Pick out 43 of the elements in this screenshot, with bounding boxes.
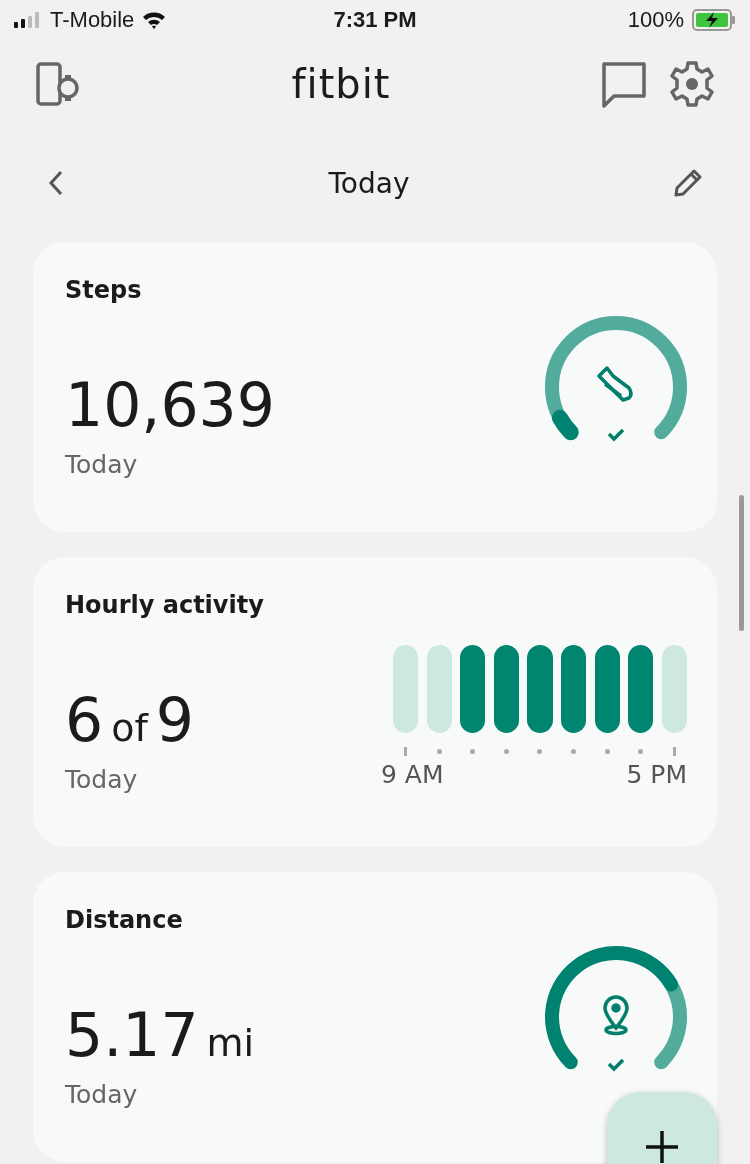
check-icon bbox=[607, 428, 625, 442]
date-title: Today bbox=[328, 166, 410, 200]
axis-tick bbox=[404, 747, 408, 756]
battery-charging-icon bbox=[692, 9, 736, 31]
axis-label: 9 AM bbox=[381, 760, 444, 789]
axis-tick bbox=[537, 749, 543, 754]
metric-value: 6 bbox=[65, 685, 104, 755]
metric-value: 10,639 bbox=[65, 370, 275, 440]
card-background[interactable]: Steps 10,639 Today bbox=[33, 242, 717, 532]
card-caption: Today bbox=[65, 765, 139, 794]
axis-tick bbox=[470, 749, 476, 754]
app-logo: fitbit bbox=[291, 61, 391, 107]
card-background[interactable]: Hourly activity 6 of 9 Today 9 AM 5 PM bbox=[33, 557, 717, 847]
card-title: Distance bbox=[65, 906, 184, 934]
shoe-icon bbox=[597, 366, 633, 402]
axis-tick bbox=[571, 749, 577, 754]
card-title: Steps bbox=[65, 276, 143, 304]
metric-total: 9 bbox=[155, 685, 194, 755]
battery-percent: 100% bbox=[627, 7, 684, 33]
axis-tick bbox=[503, 749, 509, 754]
plus-icon bbox=[645, 1130, 679, 1164]
metric-value: 5.17 bbox=[65, 1000, 199, 1070]
card-title: Hourly activity bbox=[65, 591, 264, 619]
metric-joiner: of bbox=[111, 706, 148, 750]
card-caption: Today bbox=[65, 450, 139, 479]
location-pin-icon bbox=[603, 995, 629, 1036]
axis-tick bbox=[672, 747, 676, 756]
axis-tick bbox=[638, 749, 644, 754]
card-caption: Today bbox=[65, 1080, 139, 1109]
metric-unit: mi bbox=[206, 1021, 255, 1065]
axis-label: 5 PM bbox=[626, 760, 687, 789]
chat-icon[interactable] bbox=[600, 60, 648, 108]
wifi-icon bbox=[142, 11, 167, 29]
axis-tick bbox=[604, 749, 610, 754]
check-icon bbox=[607, 1058, 625, 1072]
signal-icon bbox=[14, 12, 42, 28]
card-background[interactable]: Distance 5.17 mi Today bbox=[33, 872, 717, 1162]
axis-tick bbox=[436, 749, 442, 754]
edit-icon[interactable] bbox=[672, 167, 704, 199]
settings-icon[interactable] bbox=[668, 60, 716, 108]
devices-icon[interactable] bbox=[34, 60, 82, 108]
clock-time: 7:31 PM bbox=[333, 7, 417, 33]
carrier-name: T-Mobile bbox=[50, 7, 135, 33]
